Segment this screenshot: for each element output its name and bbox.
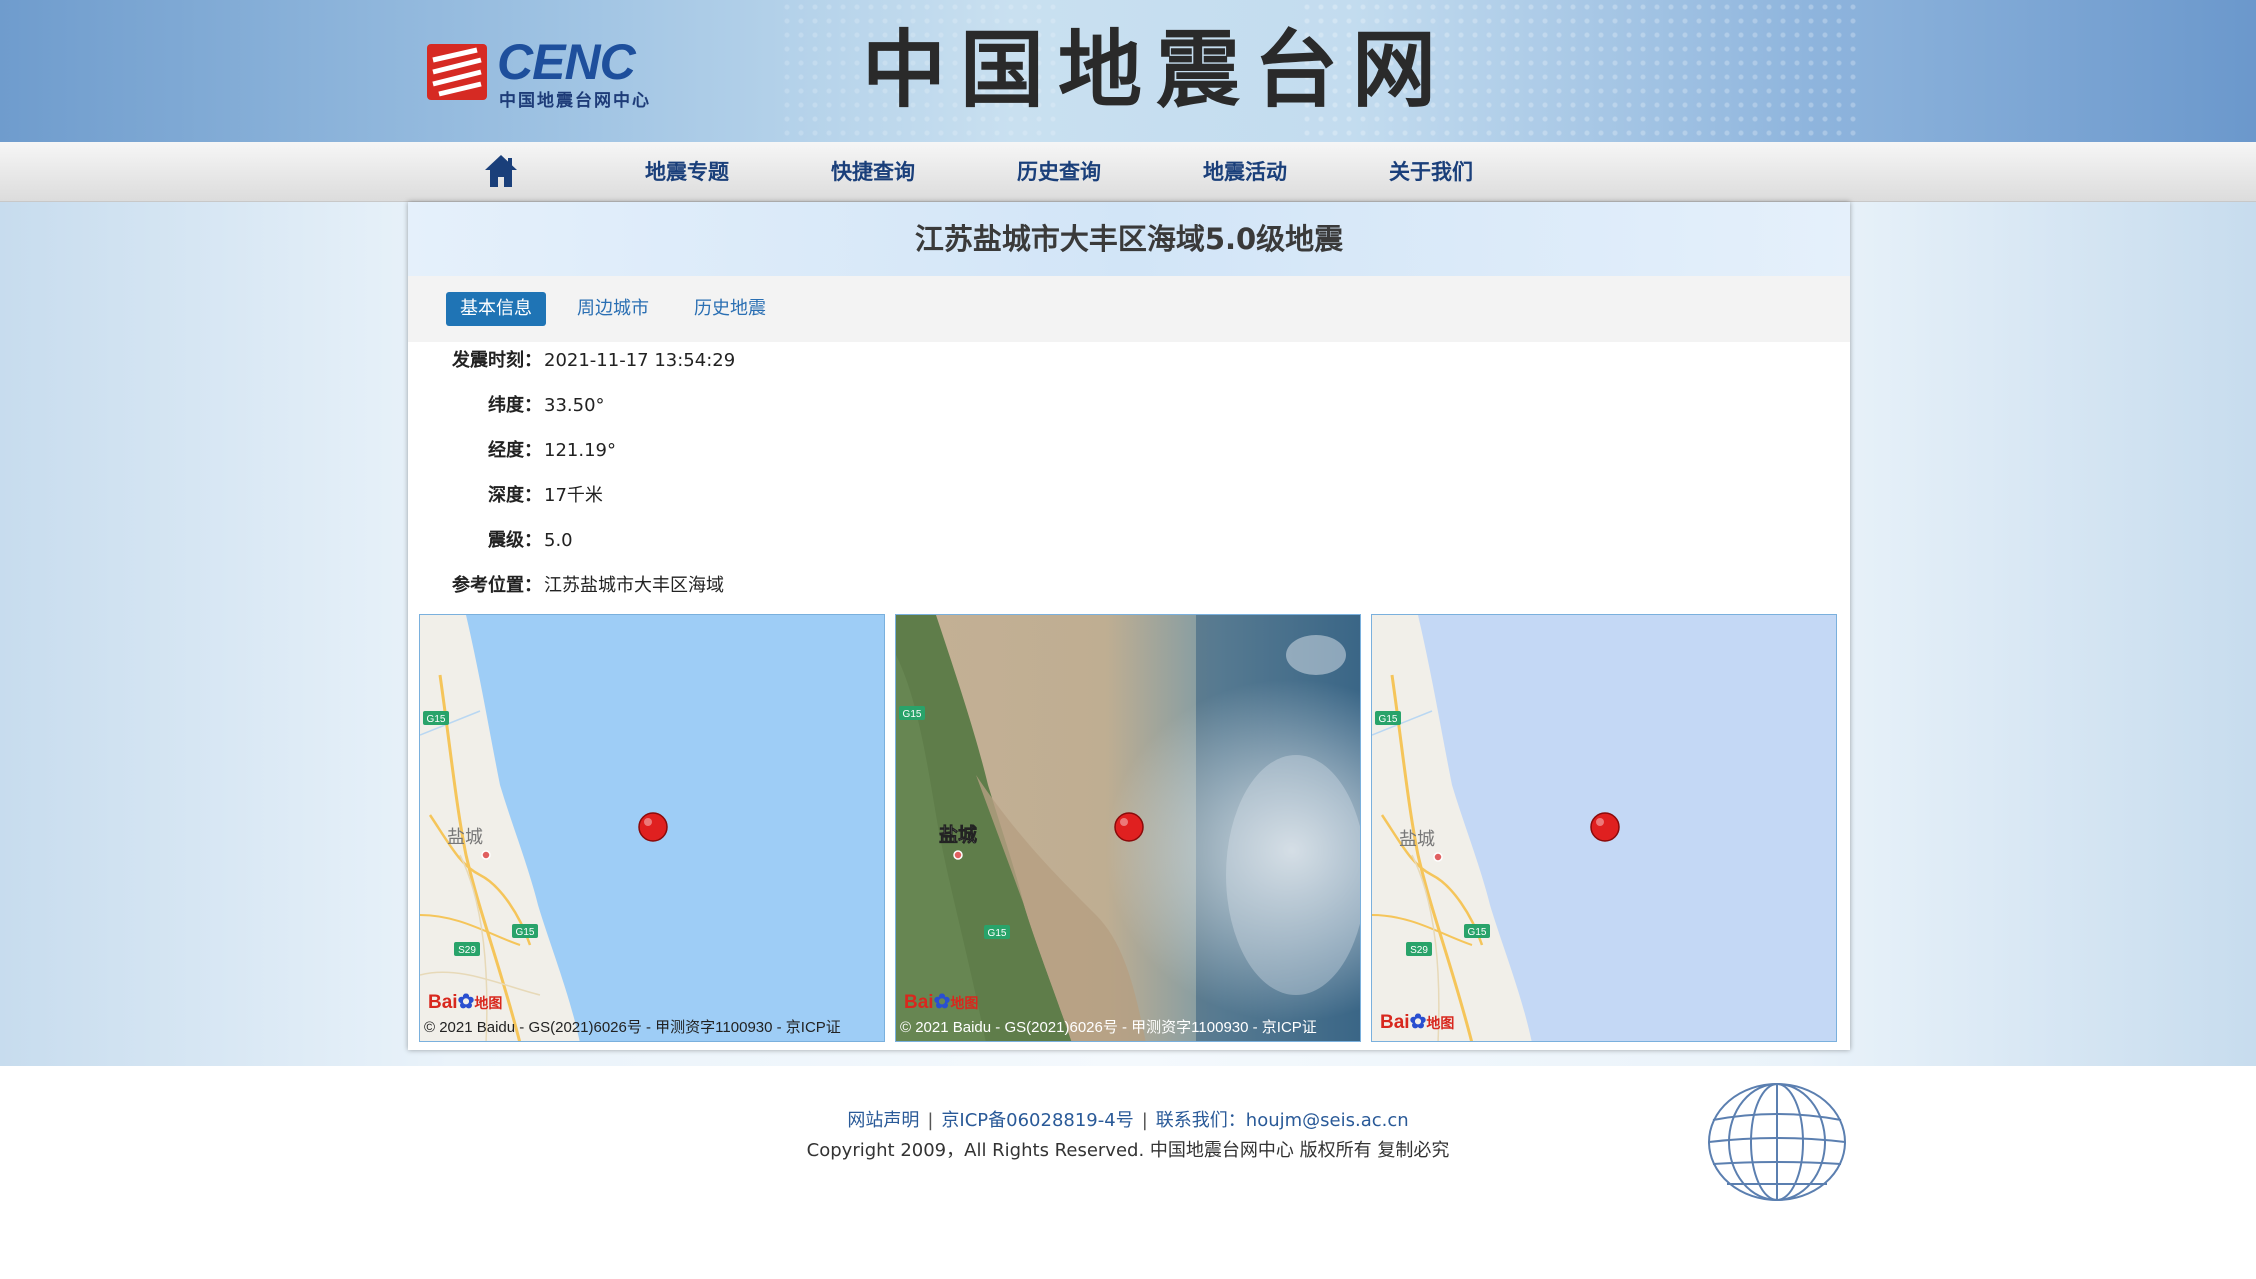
event-panel: 江苏盐城市大丰区海域5.0级地震 基本信息 周边城市 历史地震 发震时刻： 20…: [408, 202, 1850, 1050]
satellite-map-canvas: G15 G15 盐城: [896, 615, 1360, 1041]
road-map-canvas: G15 G15 S29 盐城: [420, 615, 884, 1041]
road-label-g15: G15: [1379, 714, 1398, 725]
logo-text: CENC: [497, 34, 636, 90]
info-label-magnitude: 震级：: [488, 530, 542, 551]
city-label-yancheng: 盐城: [939, 823, 977, 846]
nav-item-history-search[interactable]: 历史查询: [1017, 142, 1101, 202]
road-label-g15: G15: [903, 709, 922, 720]
info-value-location: 江苏盐城市大丰区海域: [544, 575, 724, 596]
info-label-location: 参考位置：: [452, 575, 542, 596]
info-label-time: 发震时刻：: [452, 350, 542, 371]
map-road-alt[interactable]: G15 G15 S29 盐城 Bai✿地图: [1371, 614, 1837, 1042]
epicenter-marker: [1590, 812, 1620, 842]
map-copyright: © 2021 Baidu - GS(2021)6026号 - 甲测资字11009…: [900, 1019, 1317, 1036]
road-label-g15: G15: [427, 714, 446, 725]
info-row-depth: 深度： 17千米: [408, 481, 1308, 511]
nav-home-button[interactable]: [483, 152, 519, 190]
nav-item-seismic-activity[interactable]: 地震活动: [1203, 142, 1287, 202]
footer-links: 网站声明 | 京ICP备06028819-4号 | 联系我们：houjm@seis.ac…: [847, 1110, 1409, 1131]
info-row-longitude: 经度： 121.19°: [408, 436, 1308, 466]
cenc-logo[interactable]: CENC 中国地震台网中心: [425, 34, 675, 111]
main-nav: 地震专题 快捷查询 历史查询 地震活动 关于我们: [0, 142, 2256, 202]
baidu-paw-icon: ✿: [457, 991, 475, 1013]
baidu-logo[interactable]: Bai✿地图: [428, 989, 502, 1017]
tab-nearby-cities[interactable]: 周边城市: [563, 292, 663, 326]
site-title: 中国地震台网: [862, 20, 1451, 119]
epicenter-marker: [638, 812, 668, 842]
info-row-location: 参考位置： 江苏盐城市大丰区海域: [408, 571, 1308, 601]
footer-copyright: Copyright 2009，All Rights Reserved. 中国地震…: [806, 1140, 1450, 1161]
footer-link-disclaimer[interactable]: 网站声明: [847, 1110, 919, 1131]
nav-item-earthquake-topics[interactable]: 地震专题: [645, 142, 729, 202]
baidu-paw-icon: ✿: [933, 991, 951, 1013]
event-title: 江苏盐城市大丰区海域5.0级地震: [408, 202, 1850, 276]
globe-icon: [1708, 1083, 1846, 1201]
logo-subtitle: 中国地震台网中心: [499, 91, 651, 111]
city-label-yancheng: 盐城: [1399, 829, 1435, 850]
road-label-g15: G15: [1468, 927, 1487, 938]
road-label-g15: G15: [988, 928, 1007, 939]
info-label-longitude: 经度：: [488, 440, 542, 461]
home-icon: [485, 155, 517, 187]
info-value-latitude: 33.50°: [544, 395, 605, 416]
info-value-time: 2021-11-17 13:54:29: [544, 350, 736, 371]
nav-item-quick-search[interactable]: 快捷查询: [831, 142, 915, 202]
info-value-longitude: 121.19°: [544, 440, 616, 461]
info-value-depth: 17千米: [544, 485, 603, 506]
footer-link-contact[interactable]: 联系我们：houjm@seis.ac.cn: [1156, 1110, 1409, 1131]
epicenter-marker: [1114, 812, 1144, 842]
tab-history-earthquakes[interactable]: 历史地震: [680, 292, 780, 326]
baidu-logo[interactable]: Bai✿地图: [904, 989, 978, 1017]
road-label-s29: S29: [458, 945, 476, 956]
road-label-g15: G15: [516, 927, 535, 938]
header-banner: CENC 中国地震台网中心 中国地震台网: [0, 0, 2256, 142]
nav-item-about-us[interactable]: 关于我们: [1389, 142, 1473, 202]
info-label-depth: 深度：: [488, 485, 542, 506]
info-label-latitude: 纬度：: [488, 395, 542, 416]
info-row-time: 发震时刻： 2021-11-17 13:54:29: [408, 346, 1308, 376]
map-road[interactable]: G15 G15 S29 盐城 Bai✿地图 © 2021 Baidu - GS(…: [419, 614, 885, 1042]
footer-link-icp[interactable]: 京ICP备06028819-4号: [941, 1110, 1133, 1131]
baidu-logo[interactable]: Bai✿地图: [1380, 1009, 1454, 1037]
footer: 网站声明 | 京ICP备06028819-4号 | 联系我们：houjm@seis.ac…: [0, 1066, 2256, 1279]
road-map-alt-canvas: G15 G15 S29 盐城: [1372, 615, 1836, 1041]
info-row-magnitude: 震级： 5.0: [408, 526, 1308, 556]
map-satellite[interactable]: G15 G15 盐城 Bai✿地图 © 2021 Baidu - GS(2021…: [895, 614, 1361, 1042]
tab-basic-info[interactable]: 基本信息: [446, 292, 546, 326]
info-row-latitude: 纬度： 33.50°: [408, 391, 1308, 421]
road-label-s29: S29: [1410, 945, 1428, 956]
city-label-yancheng: 盐城: [447, 827, 483, 848]
cenc-logo-mark-icon: [427, 44, 487, 100]
baidu-paw-icon: ✿: [1409, 1011, 1427, 1033]
event-tabs: 基本信息 周边城市 历史地震: [408, 276, 1850, 342]
map-copyright: © 2021 Baidu - GS(2021)6026号 - 甲测资字11009…: [424, 1019, 841, 1036]
info-value-magnitude: 5.0: [544, 530, 573, 551]
